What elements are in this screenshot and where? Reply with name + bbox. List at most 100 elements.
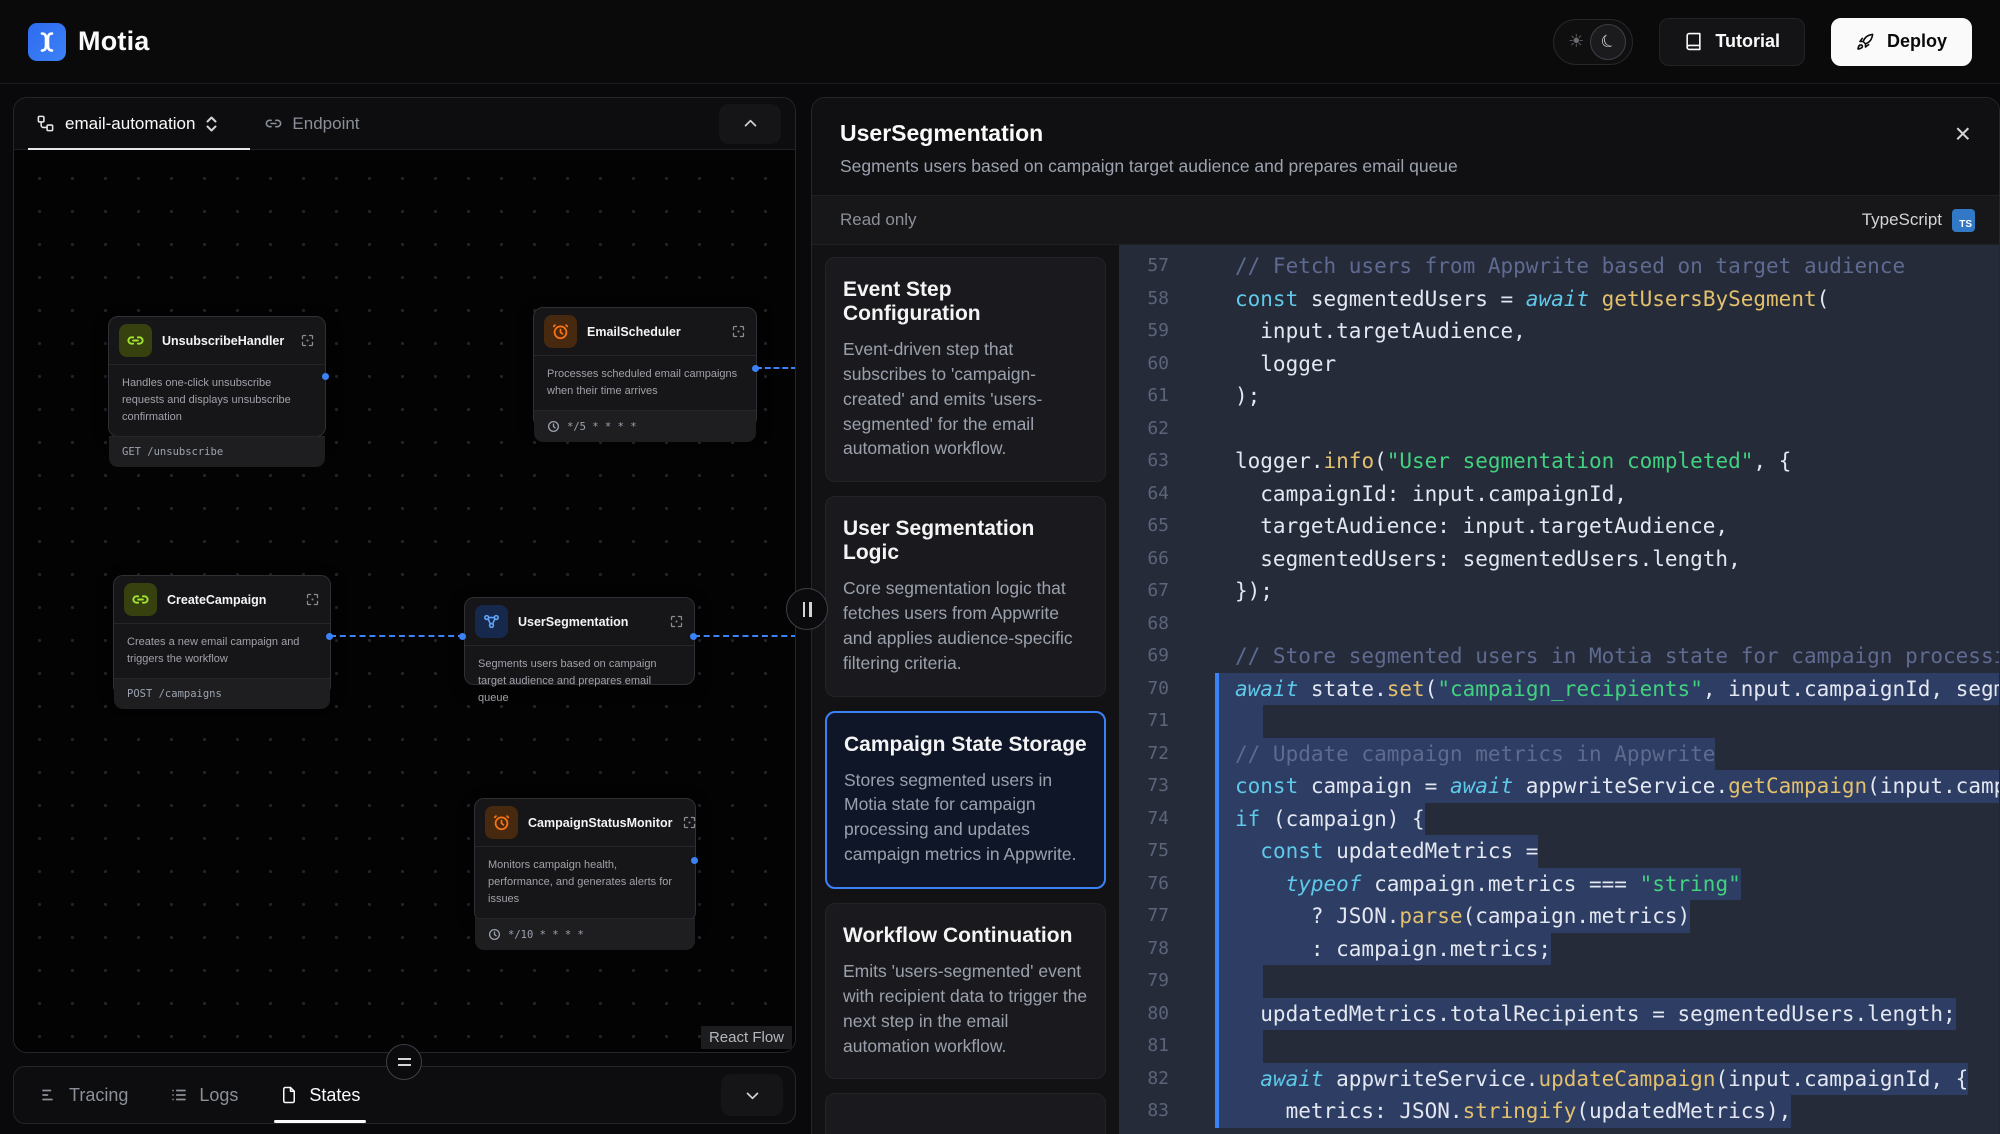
code-section-card-partial[interactable] [825,1093,1106,1134]
line-number: 63 [1119,445,1169,478]
code-line: 83 metrics: JSON.stringify(updatedMetric… [1119,1095,1999,1128]
language-indicator: TypeScript TS [1862,209,1975,232]
tab-logs[interactable]: Logs [170,1067,238,1123]
section-description: Core segmentation logic that fetches use… [843,576,1088,675]
brand: Motia [28,23,150,61]
node-header: EmailScheduler [534,308,756,356]
theme-toggle[interactable]: ☀ ☾ [1553,19,1633,65]
flow-header: email-automation Endpoint [14,98,795,150]
step-detail-panel: UserSegmentation Segments users based on… [811,97,2000,1134]
section-description: Emits 'users-segmented' event with recip… [843,959,1088,1058]
deploy-button[interactable]: Deploy [1831,18,1972,66]
node-title: CampaignStatusMonitor [528,816,672,830]
code-section-card[interactable]: Workflow Continuation Emits 'users-segme… [825,903,1106,1079]
tab-label: Logs [199,1085,238,1106]
code-line: 69// Store segmented users in Motia stat… [1119,640,1999,673]
code-line: 64 campaignId: input.campaignId, [1119,478,1999,511]
node-footer: POST /campaigns [114,678,330,709]
clock-icon [547,420,560,433]
flow-selector[interactable]: email-automation [36,114,218,134]
section-description: Stores segmented users in Motia state fo… [844,768,1087,867]
code-section-card[interactable]: User Segmentation Logic Core segmentatio… [825,496,1106,696]
link-icon [124,583,157,616]
line-content: ); [1215,380,1260,413]
node-description: Creates a new email campaign and trigger… [114,624,330,678]
node-description: Handles one-click unsubscribe requests a… [109,365,325,436]
flow-node-email-scheduler[interactable]: EmailScheduler Processes scheduled email… [533,307,757,428]
book-icon [1684,32,1703,51]
code-line: 57// Fetch users from Appwrite based on … [1119,250,1999,283]
node-port[interactable] [752,365,759,372]
node-port[interactable] [459,633,466,640]
line-content: ? JSON.parse(campaign.metrics) [1215,900,1690,933]
code-editor[interactable]: 57// Fetch users from Appwrite based on … [1119,245,1999,1134]
node-footer: GET /unsubscribe [109,436,325,467]
tab-endpoint[interactable]: Endpoint [264,114,359,134]
expand-node-icon[interactable] [300,333,315,348]
tab-label: Tracing [69,1085,128,1106]
line-content [1215,965,1263,998]
flow-icon [475,605,508,638]
sun-icon[interactable]: ☀ [1568,31,1584,52]
line-content: if (campaign) { [1215,803,1425,836]
chevron-updown-icon [205,115,218,133]
moon-toggle[interactable]: ☾ [1590,24,1626,60]
detail-subtitle: Segments users based on campaign target … [840,156,1969,177]
code-section-card[interactable]: Campaign State Storage Stores segmented … [825,711,1106,889]
code-line: 82 await appwriteService.updateCampaign(… [1119,1063,1999,1096]
code-line: 71 [1119,705,1999,738]
line-number: 79 [1119,965,1169,998]
node-port[interactable] [326,633,333,640]
node-footer: */10 * * * * [475,918,695,950]
line-number: 62 [1119,413,1169,446]
line-number: 71 [1119,705,1169,738]
node-title: CreateCampaign [167,593,266,607]
tracing-icon [40,1086,58,1104]
line-content: : campaign.metrics; [1215,933,1551,966]
line-content: typeof campaign.metrics === "string" [1215,868,1741,901]
section-title: Event Step Configuration [843,278,1088,326]
expand-node-icon[interactable] [669,614,684,629]
expand-node-icon[interactable] [731,324,746,339]
tab-states[interactable]: States [280,1067,360,1123]
section-title: Campaign State Storage [844,733,1087,757]
line-number: 82 [1119,1063,1169,1096]
tab-tracing[interactable]: Tracing [40,1067,128,1123]
section-description: Event-driven step that subscribes to 'ca… [843,337,1088,461]
line-number: 76 [1119,868,1169,901]
expand-node-icon[interactable] [305,592,320,607]
line-number: 77 [1119,900,1169,933]
line-content: segmentedUsers: segmentedUsers.length, [1215,543,1741,576]
line-content: input.targetAudience, [1215,315,1526,348]
node-header: CampaignStatusMonitor [475,799,695,847]
collapse-flow-button[interactable] [719,104,781,144]
flow-node-create-campaign[interactable]: CreateCampaign Creates a new email campa… [113,575,331,696]
code-line: 73const campaign = await appwriteService… [1119,770,1999,803]
node-port[interactable] [691,857,698,864]
line-content [1215,608,1235,641]
collapse-bottom-bar-button[interactable] [721,1074,783,1116]
code-section-card[interactable]: Event Step Configuration Event-driven st… [825,257,1106,482]
close-panel-button[interactable]: × [1955,120,1971,148]
line-content: updatedMetrics.totalRecipients = segment… [1215,998,1956,1031]
horizontal-panel-resize-handle[interactable] [386,1044,422,1080]
vertical-panel-resize-handle[interactable] [786,588,828,630]
line-number: 73 [1119,770,1169,803]
flow-node-campaign-status-monitor[interactable]: CampaignStatusMonitor Monitors campaign … [474,798,696,922]
link-icon [264,114,283,133]
flow-canvas[interactable]: React Flow UnsubscribeHandler Handles on… [14,150,795,1052]
node-port[interactable] [690,633,697,640]
logs-icon [170,1086,188,1104]
moon-icon: ☾ [1597,29,1619,54]
tutorial-label: Tutorial [1715,31,1780,52]
react-flow-attribution[interactable]: React Flow [701,1026,792,1049]
line-number: 75 [1119,835,1169,868]
line-number: 72 [1119,738,1169,771]
expand-node-icon[interactable] [682,815,697,830]
rocket-icon [1856,32,1875,51]
node-port[interactable] [322,373,329,380]
typescript-icon: TS [1952,209,1975,232]
flow-node-unsubscribe-handler[interactable]: UnsubscribeHandler Handles one-click uns… [108,316,326,437]
tutorial-button[interactable]: Tutorial [1659,18,1805,66]
flow-node-user-segmentation[interactable]: UserSegmentation Segments users based on… [464,597,695,685]
